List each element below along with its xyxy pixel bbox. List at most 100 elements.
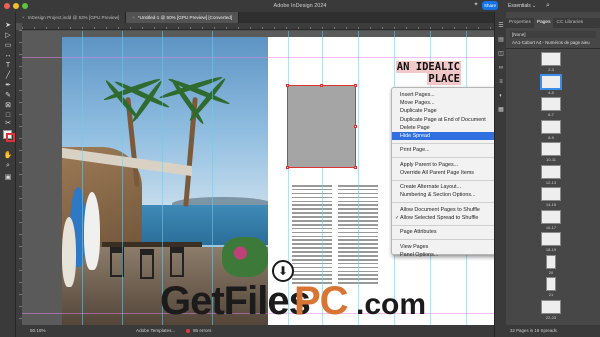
- menu-item-label: Create Alternate Layout...: [400, 184, 462, 191]
- scissors-tool-icon[interactable]: ✂: [3, 120, 13, 128]
- preflight-profile[interactable]: Adobe Templates...: [136, 325, 175, 337]
- search-icon[interactable]: ⌕: [546, 1, 555, 10]
- watermark-logo: ⬇ GetFiles PC .com: [160, 260, 460, 326]
- preflight-errors[interactable]: 86 errors: [193, 325, 211, 337]
- screen-mode-icon[interactable]: ▣: [3, 174, 13, 182]
- pages-icon[interactable]: ▤: [497, 36, 505, 44]
- page-thumbnail[interactable]: [541, 209, 561, 224]
- pencil-tool-icon[interactable]: ✎: [3, 92, 13, 100]
- page-number-label: 12-13: [545, 179, 557, 185]
- menu-item-label: View Pages: [400, 243, 429, 250]
- panel-dock: ☰ ▤ ◫ ∞ ≡ ◐ ▦: [494, 12, 506, 337]
- watermark-text-com: .com: [356, 288, 427, 321]
- links-icon[interactable]: ∞: [497, 64, 505, 72]
- zoom-level[interactable]: 50.18%: [30, 325, 46, 337]
- properties-icon[interactable]: ☰: [497, 22, 505, 30]
- photo-flowers: [222, 237, 268, 277]
- horizontal-ruler[interactable]: [22, 23, 494, 30]
- page-thumbnail[interactable]: [541, 119, 561, 134]
- headline-line-2: PLACE: [427, 73, 461, 85]
- layers-icon[interactable]: ◫: [497, 50, 505, 58]
- photo-chair: [170, 247, 184, 277]
- column-guide: [122, 31, 123, 325]
- resize-handle[interactable]: [286, 84, 289, 87]
- menu-item-label: Allow Selected Spread to Shuffle: [400, 215, 479, 221]
- resize-handle[interactable]: [320, 84, 323, 87]
- hand-tool-icon[interactable]: ✋: [3, 152, 13, 160]
- tools-panel: ➤ ▷ ▭ ↔ T ╱ ✒ ✎ ⊠ □ ✂ ✋ ⌕ ▣: [0, 12, 16, 337]
- stroke-swatch[interactable]: [6, 133, 15, 142]
- close-window-button[interactable]: [4, 3, 10, 9]
- page-thumbnail[interactable]: [541, 142, 561, 156]
- menu-item-label: Print Page...: [400, 147, 430, 154]
- tab-indesign-project[interactable]: × InDesign Project.indd @ 53% [GPU Previe…: [16, 12, 127, 23]
- watermark-text-pc: PC: [294, 279, 349, 323]
- gap-tool-icon[interactable]: ↔: [3, 52, 13, 60]
- stroke-icon[interactable]: ≡: [497, 78, 505, 86]
- tab-label: InDesign Project.indd @ 53% [GPU Preview…: [27, 15, 120, 20]
- title-bar-icons: ✦: [472, 1, 480, 9]
- page-thumbnail[interactable]: [541, 97, 561, 111]
- zoom-tool-icon[interactable]: ⌕: [3, 162, 13, 170]
- page-number-label: 10-11: [546, 157, 556, 162]
- page-number-label: 20: [548, 269, 554, 275]
- panel-divider: [506, 48, 600, 49]
- color-icon[interactable]: ◐: [497, 92, 505, 100]
- pages-panel: Properties Pages CC Libraries [None] AA1…: [506, 12, 600, 337]
- page-thumbnail[interactable]: [541, 299, 561, 314]
- page-thumbnail[interactable]: [541, 187, 561, 201]
- surfboard-cream: [62, 217, 76, 287]
- page-tool-icon[interactable]: ▭: [3, 42, 13, 50]
- text-column-1[interactable]: [292, 185, 332, 286]
- document-tab-bar: × InDesign Project.indd @ 53% [GPU Previe…: [16, 12, 494, 23]
- resize-handle[interactable]: [354, 125, 357, 128]
- rectangle-tool-icon[interactable]: □: [3, 112, 13, 120]
- menu-item-label: Panel Options...: [400, 251, 439, 258]
- page-thumbnail[interactable]: [541, 74, 561, 89]
- line-tool-icon[interactable]: ╱: [3, 72, 13, 80]
- type-tool-icon[interactable]: T: [3, 62, 13, 70]
- page-thumbnail[interactable]: [541, 164, 561, 179]
- page-thumbnail[interactable]: [546, 277, 556, 291]
- menu-item-label: Duplicate Page at End of Document: [400, 116, 486, 123]
- close-tab-icon[interactable]: ×: [22, 15, 25, 20]
- tab-properties[interactable]: Properties: [506, 18, 534, 28]
- menu-item-label: Hide Spread: [400, 132, 430, 139]
- lightbulb-icon[interactable]: ✦: [472, 1, 480, 9]
- minimize-window-button[interactable]: [13, 3, 19, 9]
- maximize-window-button[interactable]: [22, 3, 28, 9]
- resize-handle[interactable]: [354, 166, 357, 169]
- resize-handle[interactable]: [286, 166, 289, 169]
- menu-item-label: Duplicate Page: [400, 108, 437, 115]
- menu-item-label: Move Pages...: [400, 100, 435, 107]
- tab-cc-libraries[interactable]: CC Libraries: [553, 18, 586, 28]
- menu-item-label: Page Attributes: [400, 229, 437, 236]
- resize-handle[interactable]: [354, 84, 357, 87]
- pen-tool-icon[interactable]: ✒: [3, 82, 13, 90]
- column-guide: [82, 31, 83, 325]
- selection-tool-icon[interactable]: ➤: [3, 22, 13, 30]
- page-thumbnail[interactable]: [546, 254, 556, 269]
- tab-untitled-1[interactable]: × *Untitled-1 @ 50% [GPU Preview] [Conver…: [126, 12, 240, 23]
- page-thumbnail[interactable]: [541, 232, 561, 246]
- share-button[interactable]: Share: [482, 1, 498, 10]
- parent-a4[interactable]: AA1-Cabort A4 - Numéros de page aieu: [510, 39, 596, 46]
- workspace-switcher[interactable]: Essentials: [508, 0, 531, 12]
- chevron-down-icon[interactable]: ⌄: [532, 0, 536, 12]
- tab-label: *Untitled-1 @ 50% [GPU Preview] [Convert…: [137, 15, 233, 20]
- close-tab-icon[interactable]: ×: [132, 15, 135, 20]
- image-frame-placeholder[interactable]: [286, 84, 357, 169]
- swatches-icon[interactable]: ▦: [497, 106, 505, 114]
- watermark-text-getfiles: GetFiles: [160, 279, 311, 323]
- direct-selection-tool-icon[interactable]: ▷: [3, 32, 13, 40]
- page-thumbnail[interactable]: [541, 52, 561, 66]
- page-number-label: 6-7: [548, 112, 554, 117]
- page-headline[interactable]: AN IDEALIC PLACE: [385, 61, 461, 85]
- rectangle-frame-tool-icon[interactable]: ⊠: [3, 102, 13, 110]
- photo-chair: [140, 249, 154, 279]
- tab-pages[interactable]: Pages: [533, 18, 554, 28]
- parent-none[interactable]: [None]: [510, 31, 596, 38]
- page-number-label: 4-5: [548, 89, 554, 95]
- menu-item-label: Delete Page: [400, 124, 430, 131]
- page-number-label: 18-19: [545, 247, 557, 252]
